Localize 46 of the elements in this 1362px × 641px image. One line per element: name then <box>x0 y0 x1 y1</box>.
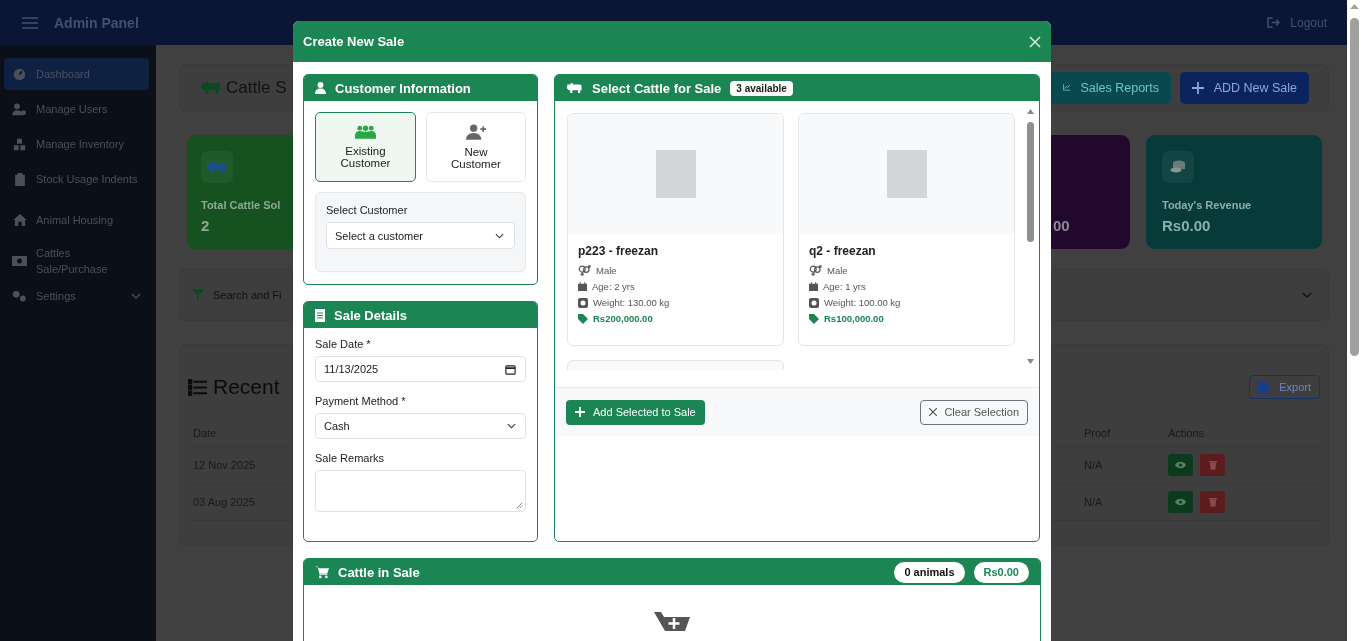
cattle-sex: Male <box>596 265 617 276</box>
stat-label: Today's Revenue <box>1162 199 1253 211</box>
card-title: Cattle in Sale <box>338 564 420 580</box>
field-label: Payment Method * <box>315 395 407 407</box>
available-badge: 3 available <box>730 80 793 96</box>
cattle-name: p223 - freezan <box>578 244 660 258</box>
clear-selection-button[interactable]: Clear Selection <box>920 399 1028 425</box>
stat-value: 2 <box>201 217 211 234</box>
cattle-price: Rs100,000.00 <box>824 313 884 324</box>
sidebar-item[interactable]: Manage Users <box>4 93 149 125</box>
cattle-card[interactable]: p223 - freezan Male Age: 2 yrs Weight: 130.00 kg Rs200,000.00 <box>567 113 784 346</box>
date-field[interactable]: 11/13/2025 <box>315 356 526 382</box>
card-title: Customer Information <box>335 80 471 96</box>
customer-type-option[interactable]: New Customer <box>426 112 526 182</box>
add-selected-button[interactable]: Add Selected to Sale <box>566 399 705 425</box>
field-label: Sale Remarks <box>315 452 386 464</box>
cattle-card[interactable]: q2 - freezan Male Age: 1 yrs Weight: 100.00 kg Rs100,000.00 <box>798 113 1015 346</box>
stat-label: Total Cattle Sol <box>201 199 282 211</box>
cattle-sex: Male <box>827 265 848 276</box>
cattle-name: q2 - freezan <box>809 244 877 258</box>
cattle-price: Rs200,000.00 <box>593 313 653 324</box>
card-title: Select Cattle for Sale <box>592 80 722 96</box>
customer-select[interactable]: Select a customer <box>326 222 515 249</box>
sales-reports-button[interactable]: Sales Reports <box>1051 71 1171 104</box>
add-sale-button[interactable]: ADD New Sale <box>1179 71 1309 104</box>
cattle-age: Age: 1 yrs <box>823 281 866 292</box>
total-badge: Rs0.00 <box>973 561 1029 583</box>
field-label: Select Customer <box>326 204 409 216</box>
cattle-weight: Weight: 130.00 kg <box>593 297 670 308</box>
stat-value: Rs0.00 <box>1162 217 1212 234</box>
field-label: Sale Date * <box>315 338 372 350</box>
card-title: Sale Details <box>334 307 407 323</box>
sidebar-item[interactable]: Cattles Sale/Purchase <box>4 245 149 277</box>
cattle-age: Age: 2 yrs <box>592 281 635 292</box>
sidebar-item[interactable]: Animal Housing <box>4 200 149 240</box>
export-button[interactable]: Export <box>1249 375 1320 399</box>
sidebar-item[interactable]: Settings <box>4 280 149 312</box>
customer-type-option[interactable]: Existing Customer <box>315 112 416 182</box>
app-title: Admin Panel <box>54 14 139 31</box>
stat-value: 00 <box>1053 217 1071 234</box>
animal-count-badge: 0 animals <box>894 561 965 583</box>
cattle-weight: Weight: 100.00 kg <box>824 297 901 308</box>
modal-title: Create New Sale <box>303 34 405 49</box>
sidebar-item[interactable]: Stock Usage Indents <box>4 163 149 195</box>
payment-select[interactable]: Cash <box>315 413 526 439</box>
sidebar-item[interactable]: Manage Inventory <box>4 128 149 160</box>
